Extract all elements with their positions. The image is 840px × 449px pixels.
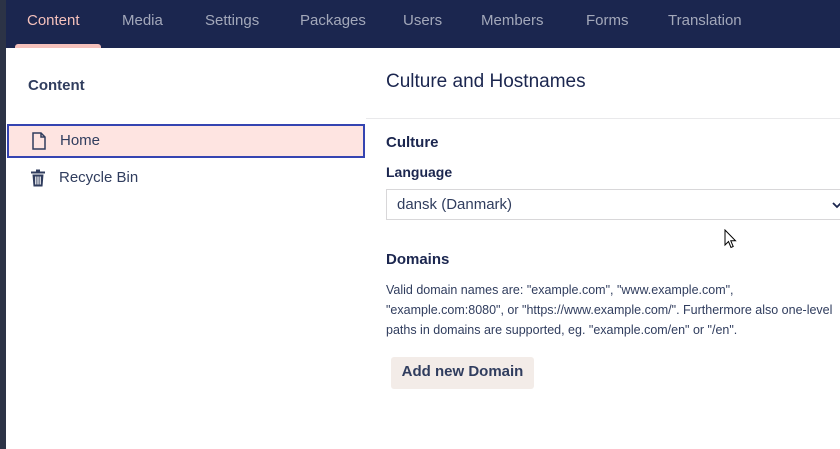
nav-tab-label: Forms [586, 12, 629, 29]
document-icon [32, 132, 46, 150]
nav-tab-members[interactable]: Members [481, 0, 544, 48]
tree-node-label: Recycle Bin [59, 169, 139, 186]
nav-tab-translation[interactable]: Translation [668, 0, 742, 48]
nav-tab-settings[interactable]: Settings [205, 0, 259, 48]
nav-tab-label: Users [403, 12, 443, 29]
help-line: Valid domain names are: "example.com", "… [386, 283, 734, 297]
panel-header: Culture and Hostnames [366, 48, 840, 119]
nav-tab-users[interactable]: Users [403, 0, 442, 48]
nav-tab-label: Content [27, 12, 80, 29]
nav-tab-content[interactable]: Content [15, 0, 101, 48]
nav-tab-label: Settings [205, 12, 260, 29]
nav-tab-forms[interactable]: Forms [586, 0, 629, 48]
nav-tab-label: Media [122, 12, 163, 29]
panel-title: Culture and Hostnames [386, 71, 586, 92]
chevron-down-icon [832, 202, 840, 209]
nav-tab-label: Members [481, 12, 544, 29]
content-tree: Content Home Recycle Bin [6, 48, 367, 449]
mouse-cursor-icon [724, 229, 737, 249]
culture-section-title: Culture [386, 134, 439, 151]
language-label: Language [386, 164, 453, 180]
nav-tab-label: Translation [668, 12, 742, 29]
tree-node-label: Home [60, 132, 101, 149]
add-new-domain-button[interactable]: Add new Domain [391, 357, 534, 389]
language-select[interactable]: dansk (Danmark) [386, 189, 840, 220]
help-line: paths in domains are supported, eg. "exa… [386, 323, 738, 337]
domains-help-text: Valid domain names are: "example.com", "… [386, 280, 840, 340]
tree-node-home[interactable]: Home [7, 124, 365, 158]
language-select-value: dansk (Danmark) [397, 196, 513, 213]
top-navigation: Content Media Settings Packages Users Me… [6, 0, 840, 48]
nav-tab-media[interactable]: Media [122, 0, 163, 48]
trash-icon [31, 169, 45, 187]
domains-section-title: Domains [386, 251, 450, 268]
tree-node-recycle-bin[interactable]: Recycle Bin [6, 161, 366, 195]
nav-tab-packages[interactable]: Packages [300, 0, 366, 48]
nav-tab-label: Packages [300, 12, 366, 29]
tree-title: Content [28, 77, 85, 94]
help-line: "example.com:8080", or "https://www.exam… [386, 303, 833, 317]
culture-hostnames-panel: Culture and Hostnames Culture Language d… [366, 48, 840, 449]
